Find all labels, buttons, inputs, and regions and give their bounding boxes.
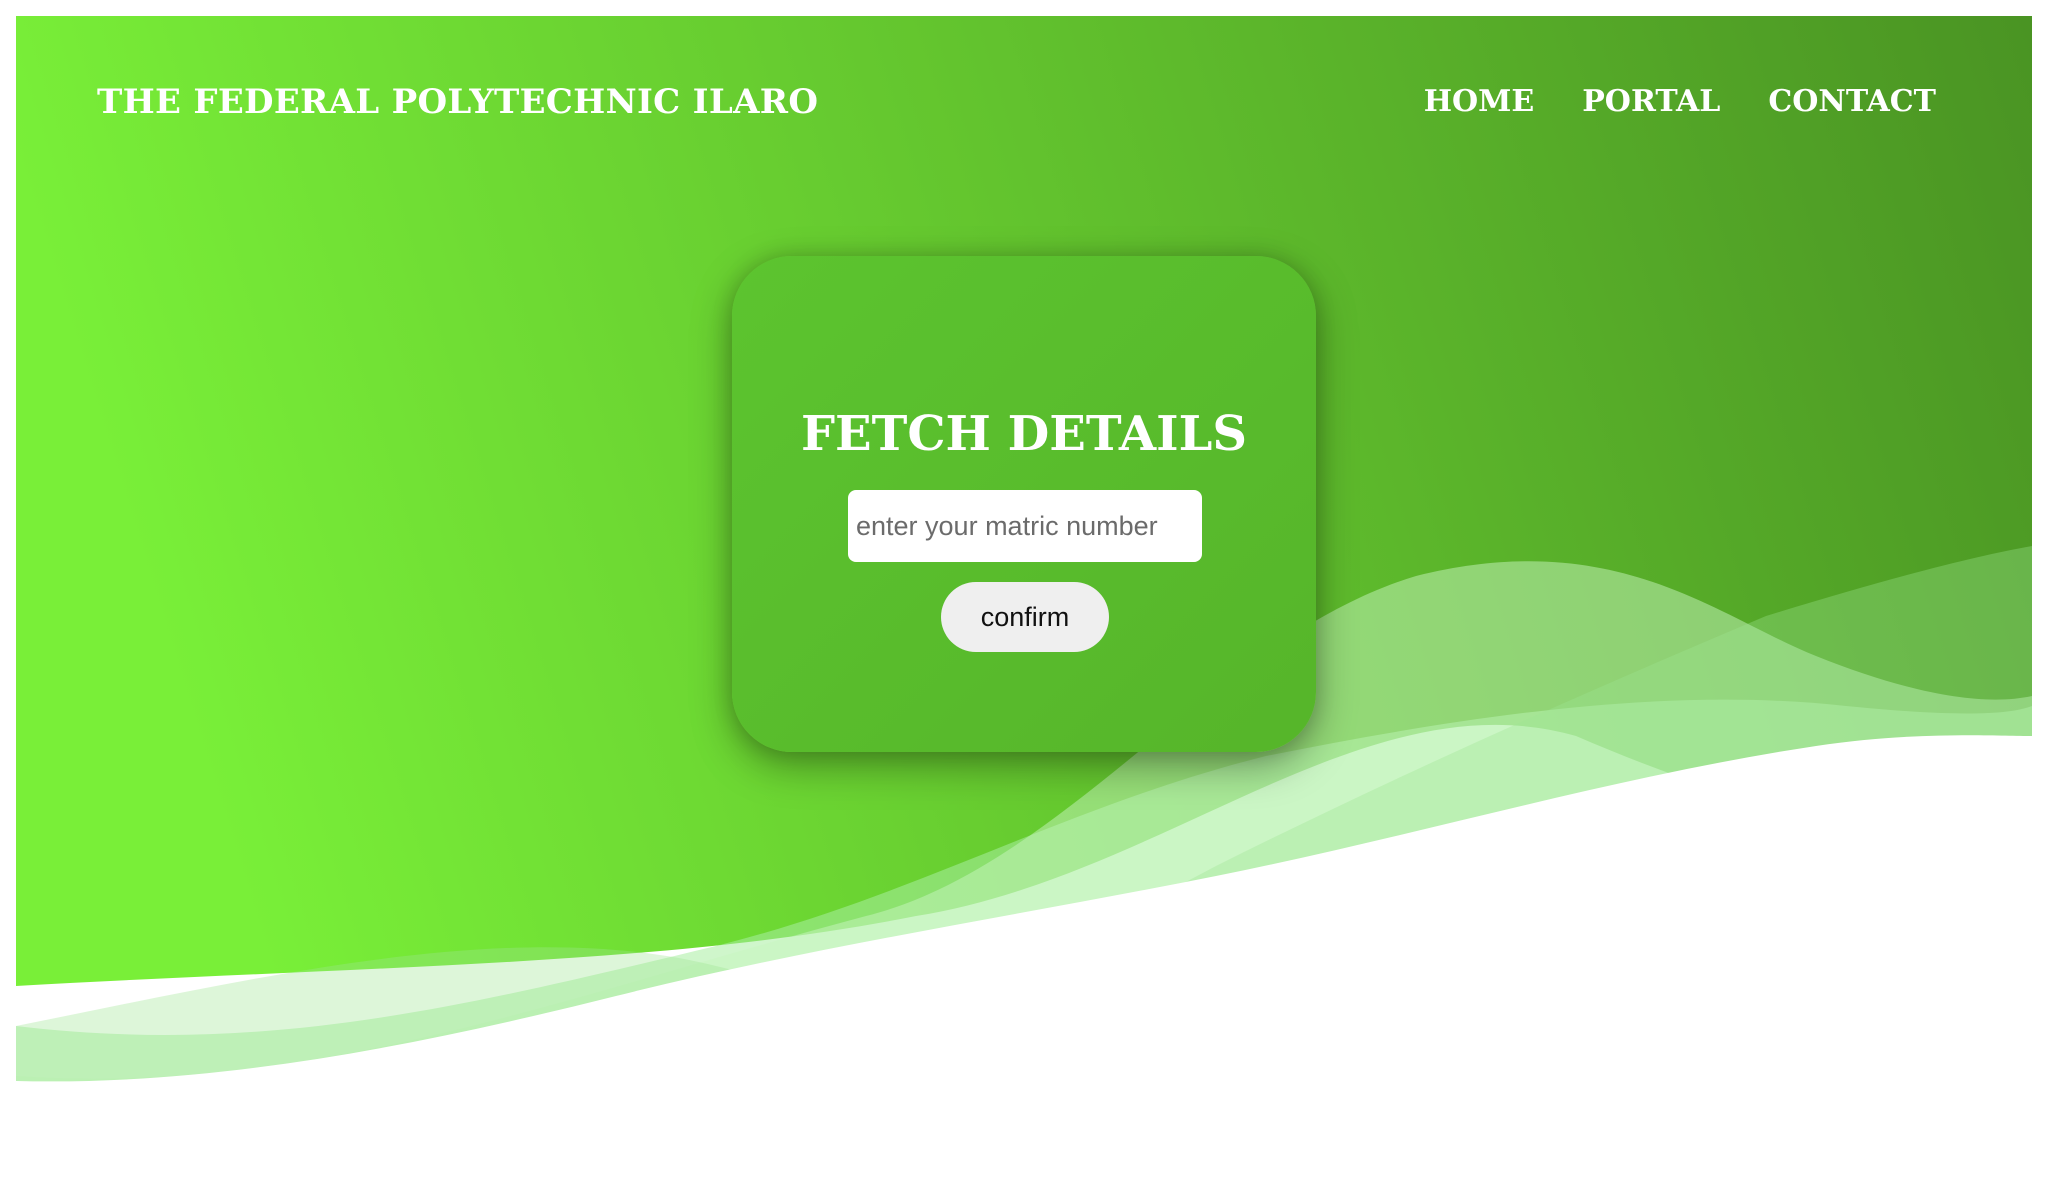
nav-link-contact[interactable]: CONTACT — [1768, 84, 1936, 119]
navbar: THE FEDERAL POLYTECHNIC ILARO HOME PORTA… — [16, 16, 2032, 196]
card-title: FETCH DETAILS — [800, 406, 1248, 462]
site-brand[interactable]: THE FEDERAL POLYTECHNIC ILARO — [97, 82, 818, 122]
confirm-button[interactable]: confirm — [941, 582, 1109, 652]
fetch-details-card: FETCH DETAILS confirm — [732, 256, 1316, 752]
nav-links: HOME PORTAL CONTACT — [1424, 84, 1936, 119]
nav-link-home[interactable]: HOME — [1424, 84, 1535, 119]
nav-link-portal[interactable]: PORTAL — [1582, 84, 1720, 119]
hero-section: THE FEDERAL POLYTECHNIC ILARO HOME PORTA… — [16, 16, 2032, 1096]
matric-number-input[interactable] — [848, 490, 1202, 562]
page: THE FEDERAL POLYTECHNIC ILARO HOME PORTA… — [0, 0, 2048, 1184]
